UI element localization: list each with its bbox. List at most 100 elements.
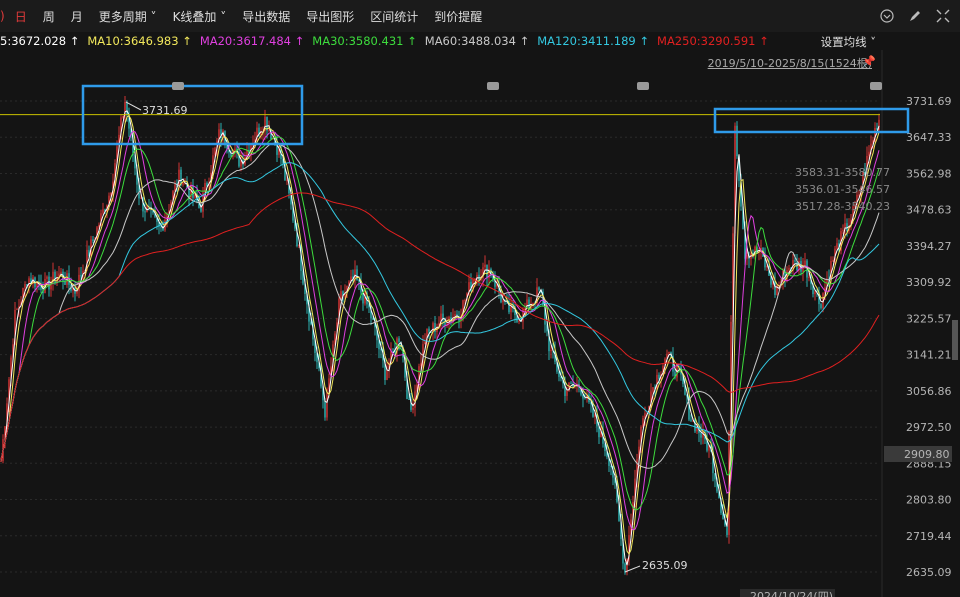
candle-body [286, 179, 288, 181]
candle-body [76, 291, 78, 294]
candle-body [550, 349, 552, 352]
candle-body [538, 287, 540, 290]
candle-body [340, 291, 342, 299]
y-tick-label: 3478.63 [906, 204, 952, 217]
candle-body [668, 351, 670, 354]
candle-body [48, 276, 50, 290]
collapse-handle [637, 82, 649, 90]
candle-body [566, 390, 568, 396]
candle-body [484, 264, 486, 268]
candle-body [624, 563, 626, 573]
y-tick-label: 3394.27 [906, 240, 952, 253]
y-tick-label: 2635.09 [906, 566, 952, 579]
candle-body [442, 313, 444, 319]
candle-body [122, 116, 124, 118]
candle-body [464, 300, 466, 302]
candle-body [808, 277, 810, 279]
candle-body [714, 473, 716, 480]
candle-body [518, 320, 520, 322]
candle-body [16, 308, 18, 310]
collapse-handle [487, 82, 499, 90]
candle-body [736, 125, 738, 157]
candle-body [658, 374, 660, 379]
candle-body [502, 300, 504, 303]
candle-body [836, 243, 838, 249]
candle-body [356, 269, 358, 281]
candle-body [652, 387, 654, 392]
candle-body [788, 268, 790, 271]
candle-body [324, 400, 326, 418]
candle-body [192, 185, 194, 198]
ma60-line [0, 142, 880, 469]
candle-body [412, 407, 414, 410]
candle-body [424, 341, 426, 345]
candle-body [144, 211, 146, 213]
candle-body [428, 328, 430, 332]
candle-body [0, 460, 2, 462]
candle-body [868, 151, 870, 156]
candle-body [140, 197, 142, 199]
candle-body [174, 184, 176, 192]
candle-body [774, 280, 776, 295]
candle-body [814, 291, 816, 295]
candle-body [268, 129, 270, 131]
candle-body [694, 418, 696, 432]
scrollbar-handle [952, 320, 958, 360]
date-tooltip-label: 2024/10/24(四) [750, 590, 833, 597]
candle-body [510, 303, 512, 313]
y-tick-label: 2972.50 [906, 421, 952, 434]
candle-body [690, 419, 692, 421]
collapse-handle [870, 82, 882, 90]
candle-body [746, 255, 748, 259]
overlay-range-label: 3536.01-3546.57 [795, 183, 890, 196]
y-tick-label: 2719.44 [906, 530, 952, 543]
low-price-label: 2635.09 [642, 559, 688, 572]
y-tick-label: 3309.92 [906, 276, 952, 289]
candle-body [102, 209, 104, 214]
y-tick-label: 2803.80 [906, 494, 952, 507]
y-tick-label: 3731.69 [906, 95, 952, 108]
overlay-range-label: 3517.28-3540.23 [795, 200, 890, 213]
ma10-line [0, 114, 880, 555]
candle-body [92, 239, 94, 241]
candle-body [528, 299, 530, 309]
kline-chart[interactable]: 3731.69 3647.33 3562.98 3478.63 3394.27 3309.… [0, 0, 960, 597]
candle-body [46, 276, 48, 279]
candle-body [570, 382, 572, 384]
candle-body [372, 318, 374, 320]
candle-body [700, 432, 702, 438]
candle-body [398, 338, 400, 342]
current-price-label: 2909.80 [904, 448, 950, 461]
candle-body [392, 348, 394, 350]
candle-body [178, 169, 180, 188]
ma120-line [0, 162, 880, 462]
y-tick-label: 3562.98 [906, 167, 952, 180]
candle-body [876, 127, 878, 130]
candle-body [832, 260, 834, 262]
candle-body [804, 260, 806, 266]
candle-body [24, 284, 26, 288]
candle-body [80, 274, 82, 277]
candle-body [584, 398, 586, 400]
candle-body [60, 271, 62, 274]
collapse-handle [172, 82, 184, 90]
high-marker-line [125, 101, 142, 111]
candle-body [386, 369, 388, 381]
candle-body [820, 304, 822, 309]
ma5-line [0, 110, 880, 566]
candle-body [842, 229, 844, 232]
candle-body [54, 271, 56, 284]
high-price-label: 3731.69 [142, 104, 188, 117]
y-tick-label: 3647.33 [906, 131, 952, 144]
candle-body [726, 525, 728, 535]
candle-body [160, 226, 162, 228]
candle-body [524, 308, 526, 310]
candle-body [408, 399, 410, 401]
y-tick-label: 3225.57 [906, 312, 952, 325]
candle-body [486, 264, 488, 279]
candle-body [794, 260, 796, 262]
candle-body [326, 389, 328, 418]
y-tick-label: 3141.21 [906, 349, 952, 362]
candle-body [234, 148, 236, 151]
candle-body [200, 207, 202, 212]
